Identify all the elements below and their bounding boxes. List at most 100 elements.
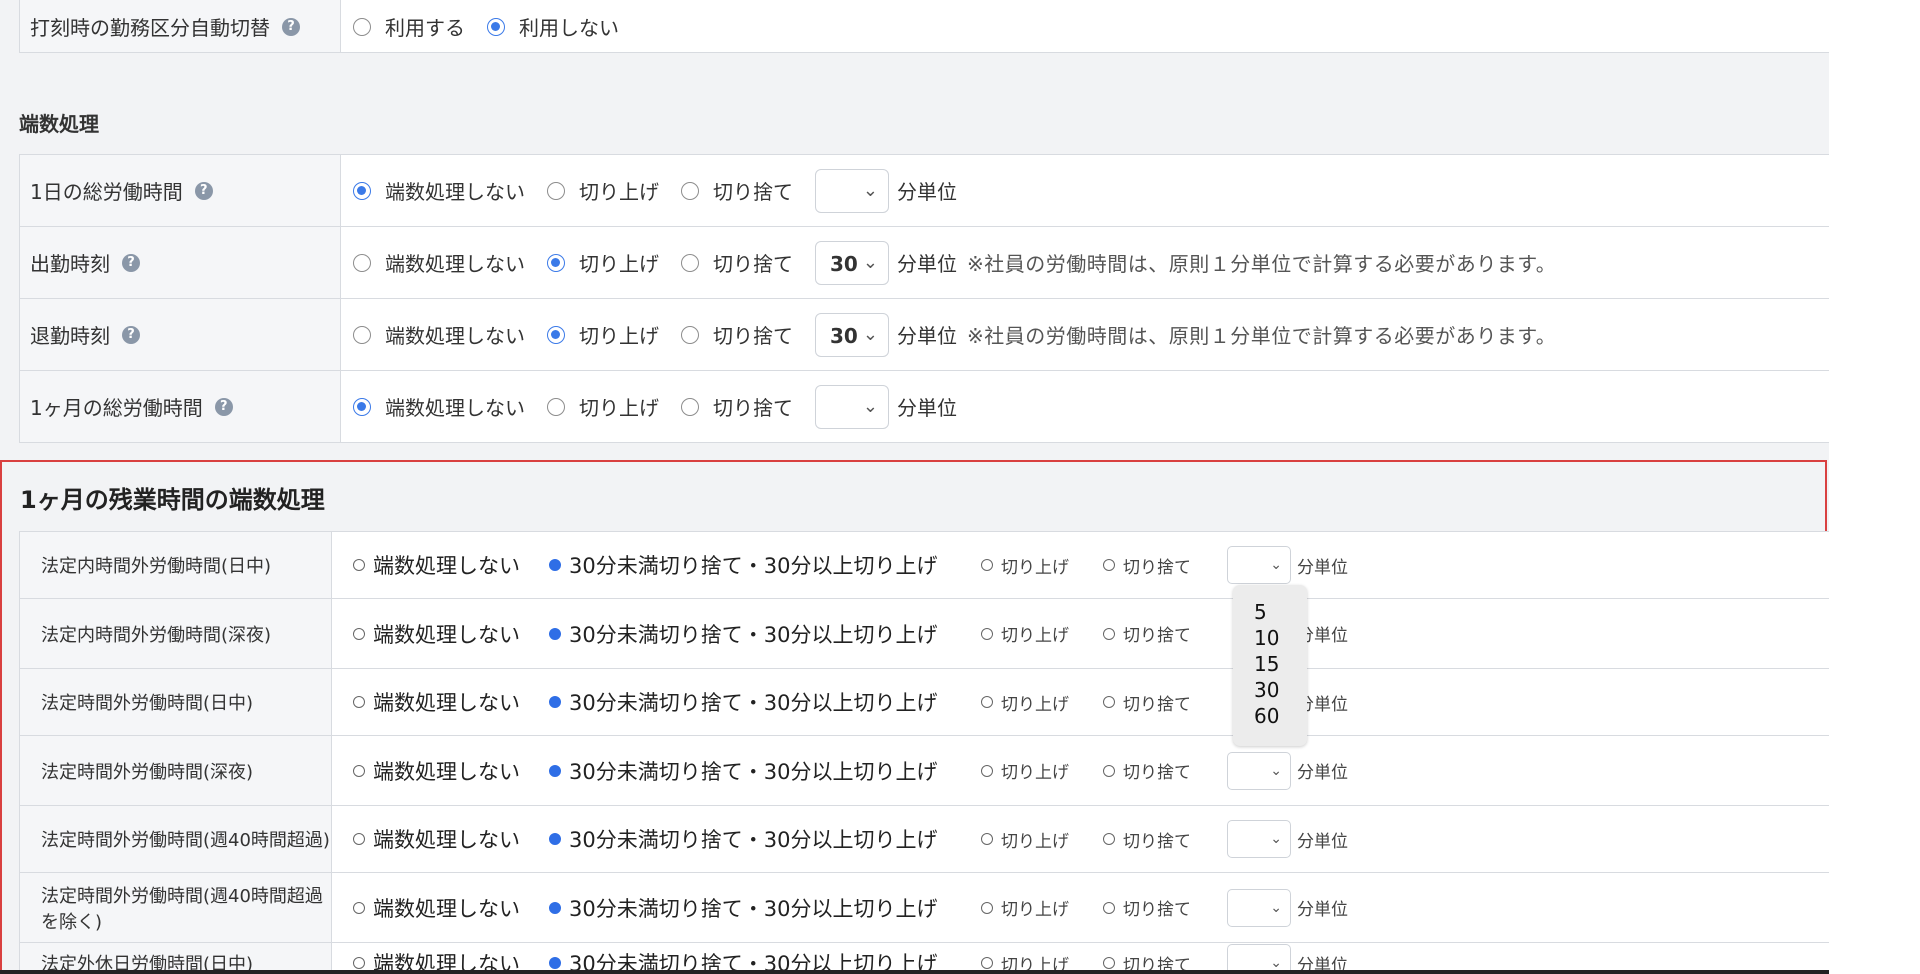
radio-button[interactable] (1103, 559, 1115, 571)
unit-select[interactable]: 30 ⌄ (815, 312, 889, 357)
rounding-option[interactable]: 切り上げ (547, 248, 659, 277)
dropdown-option[interactable]: 10 (1233, 625, 1307, 651)
radio-button[interactable] (353, 325, 371, 344)
overtime-option[interactable]: 切り捨て (1103, 895, 1227, 920)
radio-button[interactable] (547, 397, 565, 416)
radio-button[interactable] (1103, 696, 1115, 708)
unit-select[interactable]: ⌄ (1227, 820, 1291, 858)
overtime-option[interactable]: 端数処理しない (353, 550, 549, 580)
radio-button[interactable] (1103, 901, 1115, 914)
radio-button[interactable] (981, 901, 993, 914)
radio-button[interactable] (981, 764, 993, 777)
overtime-option[interactable]: 切り上げ (981, 690, 1103, 715)
rounding-option[interactable]: 端数処理しない (353, 248, 525, 277)
radio-button[interactable] (681, 325, 699, 344)
unit-select[interactable]: ⌄ (1227, 546, 1291, 584)
rounding-option[interactable]: 切り上げ (547, 176, 659, 205)
overtime-option[interactable]: 端数処理しない (353, 687, 549, 717)
overtime-option[interactable]: 30分未満切り捨て・30分以上切り上げ (549, 824, 981, 854)
radio-button[interactable] (549, 696, 561, 708)
radio-button[interactable] (353, 17, 371, 36)
radio-button[interactable] (353, 764, 365, 777)
radio-button[interactable] (549, 627, 561, 640)
radio-button[interactable] (353, 696, 365, 708)
rounding-option[interactable]: 端数処理しない (353, 392, 525, 421)
radio-button[interactable] (353, 397, 371, 416)
overtime-option[interactable]: 30分未満切り捨て・30分以上切り上げ (549, 687, 981, 717)
rounding-option[interactable]: 端数処理しない (353, 320, 525, 349)
radio-button[interactable] (353, 559, 365, 571)
radio-button[interactable] (547, 253, 565, 272)
radio-button[interactable] (1103, 627, 1115, 640)
auto-switch-option-not-use[interactable]: 利用しない (487, 12, 619, 41)
radio-button[interactable] (353, 627, 365, 640)
overtime-option[interactable]: 30分未満切り捨て・30分以上切り上げ (549, 948, 981, 970)
dropdown-option[interactable]: 5 (1233, 599, 1307, 625)
radio-button[interactable] (981, 957, 993, 969)
overtime-option[interactable]: 切り上げ (981, 621, 1103, 646)
rounding-option[interactable]: 切り上げ (547, 392, 659, 421)
overtime-option[interactable]: 端数処理しない (353, 893, 549, 923)
overtime-option[interactable]: 端数処理しない (353, 948, 549, 970)
radio-button[interactable] (1103, 957, 1115, 969)
overtime-option[interactable]: 切り上げ (981, 827, 1103, 852)
rounding-option[interactable]: 切り捨て (681, 392, 793, 421)
radio-button[interactable] (353, 901, 365, 914)
rounding-option[interactable]: 切り上げ (547, 320, 659, 349)
radio-button[interactable] (549, 901, 561, 914)
unit-select[interactable]: ⌄ (1227, 944, 1291, 970)
overtime-option[interactable]: 端数処理しない (353, 824, 549, 854)
radio-button[interactable] (353, 833, 365, 845)
radio-button[interactable] (981, 627, 993, 640)
unit-dropdown-list[interactable]: 5 10 15 30 60 (1233, 585, 1307, 746)
unit-select[interactable]: ⌄ (1227, 751, 1291, 790)
radio-button[interactable] (549, 833, 561, 845)
unit-select[interactable]: 30 ⌄ (815, 240, 889, 285)
radio-button[interactable] (981, 559, 993, 571)
radio-button[interactable] (681, 253, 699, 272)
overtime-option[interactable]: 切り上げ (981, 758, 1103, 783)
unit-select[interactable]: ⌄ (815, 168, 889, 213)
rounding-option[interactable]: 切り捨て (681, 320, 793, 349)
overtime-option[interactable]: 端数処理しない (353, 619, 549, 649)
help-icon[interactable]: ? (194, 181, 213, 200)
radio-button[interactable] (681, 397, 699, 416)
dropdown-option[interactable]: 15 (1233, 651, 1307, 677)
radio-button[interactable] (681, 181, 699, 200)
radio-button[interactable] (549, 957, 561, 969)
overtime-option[interactable]: 切り捨て (1103, 758, 1227, 783)
unit-select[interactable]: ⌄ (1227, 888, 1291, 927)
overtime-option[interactable]: 切り捨て (1103, 951, 1227, 970)
radio-button-checked[interactable] (487, 17, 505, 36)
help-icon[interactable]: ? (122, 325, 140, 344)
overtime-option[interactable]: 端数処理しない (353, 756, 549, 786)
radio-button[interactable] (981, 833, 993, 845)
radio-button[interactable] (547, 325, 565, 344)
help-icon[interactable]: ? (214, 397, 233, 416)
radio-button[interactable] (353, 957, 365, 969)
rounding-option[interactable]: 端数処理しない (353, 176, 525, 205)
radio-button[interactable] (549, 764, 561, 777)
overtime-option[interactable]: 30分未満切り捨て・30分以上切り上げ (549, 756, 981, 786)
dropdown-option[interactable]: 30 (1233, 677, 1307, 703)
overtime-option[interactable]: 30分未満切り捨て・30分以上切り上げ (549, 619, 981, 649)
radio-button[interactable] (547, 181, 565, 200)
overtime-option[interactable]: 切り捨て (1103, 621, 1227, 646)
help-icon[interactable]: ? (122, 253, 140, 272)
radio-button[interactable] (981, 696, 993, 708)
radio-button[interactable] (353, 181, 371, 200)
overtime-option[interactable]: 切り捨て (1103, 827, 1227, 852)
overtime-option[interactable]: 切り上げ (981, 895, 1103, 920)
radio-button[interactable] (549, 559, 561, 571)
overtime-option[interactable]: 30分未満切り捨て・30分以上切り上げ (549, 550, 981, 580)
auto-switch-option-use[interactable]: 利用する (353, 12, 465, 41)
overtime-option[interactable]: 切り捨て (1103, 553, 1227, 578)
dropdown-option[interactable]: 60 (1233, 703, 1307, 729)
rounding-option[interactable]: 切り捨て (681, 176, 793, 205)
rounding-option[interactable]: 切り捨て (681, 248, 793, 277)
help-icon[interactable]: ? (282, 17, 300, 36)
radio-button[interactable] (353, 253, 371, 272)
radio-button[interactable] (1103, 833, 1115, 845)
overtime-option[interactable]: 30分未満切り捨て・30分以上切り上げ (549, 893, 981, 923)
overtime-option[interactable]: 切り上げ (981, 553, 1103, 578)
